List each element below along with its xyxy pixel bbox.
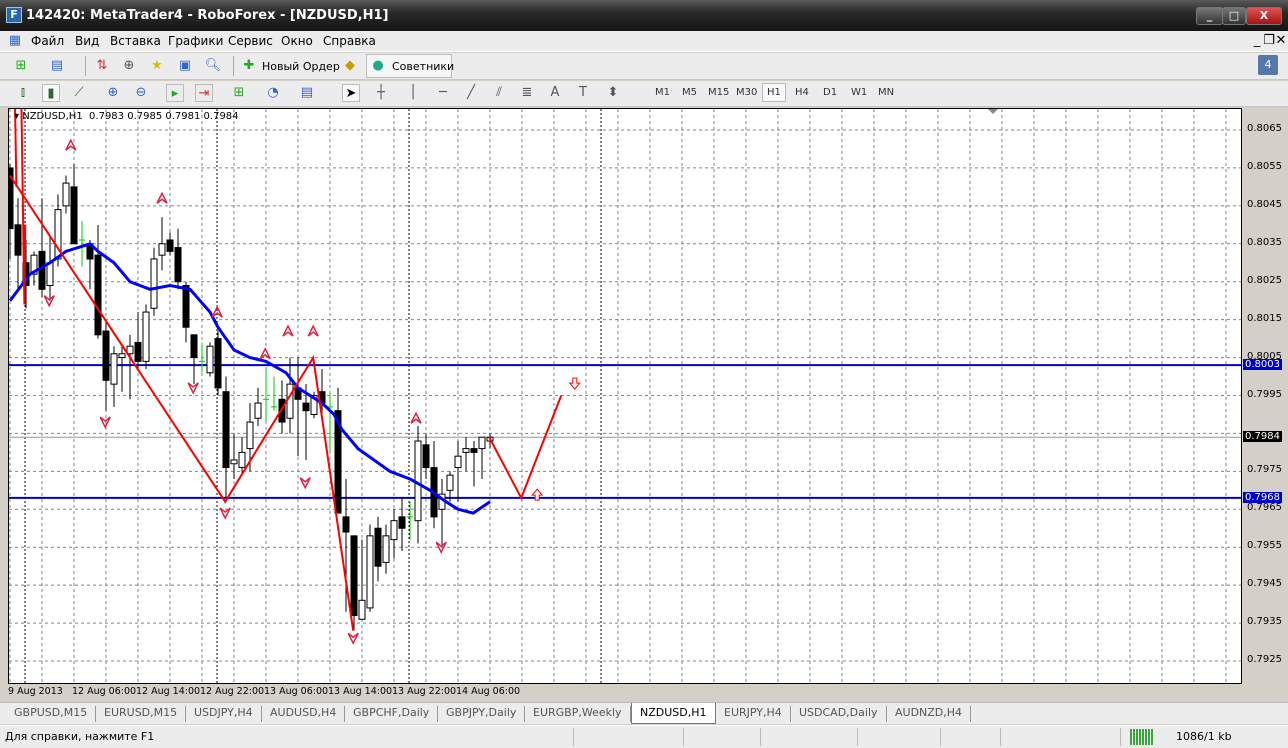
connection-status-icon[interactable] <box>1130 729 1154 745</box>
price-tick-label: 0.7995 <box>1247 388 1282 400</box>
candle-bearish <box>342 516 350 533</box>
candle-bearish <box>174 247 182 283</box>
candle-bullish <box>390 520 398 541</box>
chart-tab[interactable]: AUDNZD,H4 <box>887 706 972 722</box>
chart-tab[interactable]: EURJPY,H4 <box>716 706 791 722</box>
price-tick-label: 0.7935 <box>1247 616 1282 628</box>
candle-bearish <box>222 391 230 469</box>
fractal-up-icon <box>307 324 319 337</box>
price-tick-label: 0.7965 <box>1247 502 1282 514</box>
chart-tab[interactable]: USDJPY,H4 <box>186 706 262 722</box>
chart-tab[interactable]: AUDUSD,H4 <box>262 706 346 722</box>
candle-bearish <box>182 285 190 328</box>
level-price-label: 0.7968 <box>1243 491 1282 503</box>
chart-tab[interactable]: GBPJPY,Daily <box>438 706 526 722</box>
fractal-down-icon <box>99 416 111 429</box>
price-tick-label: 0.8055 <box>1247 160 1282 172</box>
bid-price-label: 0.7984 <box>1243 431 1282 443</box>
chart-symbol-ohlc: NZDUSD,H1 0.7983 0.7985 0.7981 0.7984 <box>22 111 239 122</box>
candle-bullish <box>206 345 214 374</box>
chart-header: ▾ NZDUSD,H1 0.7983 0.7985 0.7981 0.7984 <box>14 111 239 122</box>
candle-bullish <box>150 258 158 309</box>
time-tick-label: 13 Aug 14:00 <box>328 686 393 697</box>
fractal-up-icon <box>410 411 422 424</box>
chart-tab[interactable]: EURGBP,Weekly <box>525 706 631 722</box>
time-tick-label: 9 Aug 2013 <box>8 686 63 697</box>
status-help-text: Для справки, нажмите F1 <box>5 730 155 743</box>
candle-bullish <box>110 353 118 385</box>
traffic-indicator: 1086/1 kb <box>1176 730 1232 743</box>
fractal-down-icon <box>347 632 359 645</box>
chart-tab[interactable]: GBPUSD,M15 <box>6 706 97 722</box>
candle-bearish <box>102 330 110 381</box>
candle-bearish <box>14 224 22 256</box>
candle-bullish <box>446 474 454 491</box>
candle-bearish <box>190 334 198 359</box>
candle-bullish <box>366 535 374 609</box>
chart-tabs: GBPUSD,M15 EURUSD,M15 USDJPY,H4 AUDUSD,H4 GB… <box>0 702 1288 724</box>
candle-bearish <box>398 516 406 529</box>
price-tick-label: 0.8025 <box>1247 274 1282 286</box>
candle-bullish <box>62 182 70 207</box>
candle-bearish <box>350 535 358 616</box>
time-tick-label: 12 Aug 22:00 <box>200 686 265 697</box>
fractal-up-icon <box>211 305 223 318</box>
candle-bearish <box>374 527 382 567</box>
candle-bearish <box>134 341 142 362</box>
price-tick-label: 0.7925 <box>1247 654 1282 665</box>
fractal-up-icon <box>282 324 294 337</box>
chart-tab[interactable]: GBPCHF,Daily <box>345 706 439 722</box>
candle-bearish <box>302 402 310 412</box>
candle-bearish <box>470 448 478 453</box>
zigzag-line <box>14 109 18 187</box>
chart-menu-icon[interactable]: ▾ <box>14 111 19 122</box>
candle-bearish <box>70 186 78 245</box>
chart-shift-marker <box>988 109 998 114</box>
time-tick-label: 13 Aug 22:00 <box>392 686 457 697</box>
candle-bullish <box>462 448 470 453</box>
sell-arrow-icon <box>568 377 581 390</box>
fractal-up-icon <box>259 347 271 360</box>
candle-bullish <box>246 421 254 450</box>
price-tick-label: 0.7975 <box>1247 464 1282 476</box>
chart-tab[interactable]: USDCAD,Daily <box>791 706 887 722</box>
candle-bullish <box>46 262 54 287</box>
candle-bearish <box>166 239 174 252</box>
level-price-label: 0.8003 <box>1243 359 1282 371</box>
projection-line <box>488 395 563 501</box>
time-tick-label: 13 Aug 06:00 <box>264 686 329 697</box>
candle-bullish <box>142 311 150 362</box>
price-tick-label: 0.8065 <box>1247 123 1282 134</box>
price-tick-label: 0.8045 <box>1247 198 1282 210</box>
fractal-up-icon <box>156 191 168 204</box>
candle-bullish <box>254 402 262 419</box>
candle-bullish <box>286 383 294 419</box>
candle-bullish <box>238 451 246 469</box>
candle-bullish <box>382 535 390 563</box>
candle-bullish <box>118 353 126 359</box>
candle-bearish <box>214 338 222 389</box>
time-tick-label: 14 Aug 06:00 <box>456 686 521 697</box>
fractal-down-icon <box>299 477 311 490</box>
fractal-down-icon <box>43 295 55 308</box>
chart-tab[interactable]: EURUSD,M15 <box>96 706 187 722</box>
price-tick-label: 0.8035 <box>1247 236 1282 248</box>
candle-bullish <box>158 243 166 256</box>
candle-bullish <box>230 459 238 465</box>
price-tick-label: 0.8015 <box>1247 312 1282 324</box>
chart-tab[interactable]: NZDUSD,H1 <box>631 703 716 724</box>
price-tick-label: 0.7955 <box>1247 540 1282 552</box>
candle-bullish <box>478 436 486 450</box>
time-tick-label: 12 Aug 06:00 <box>72 686 137 697</box>
fractal-down-icon <box>187 382 199 395</box>
status-bar: Для справки, нажмите F1 1086/1 kb <box>0 725 1288 748</box>
time-tick-label: 12 Aug 14:00 <box>136 686 201 697</box>
candle-bullish <box>358 599 366 620</box>
price-tick-label: 0.7945 <box>1247 578 1282 590</box>
candle-bearish <box>38 250 46 290</box>
candle-bullish <box>454 455 462 469</box>
candle-bearish <box>94 254 102 336</box>
candle-bearish <box>422 444 430 469</box>
